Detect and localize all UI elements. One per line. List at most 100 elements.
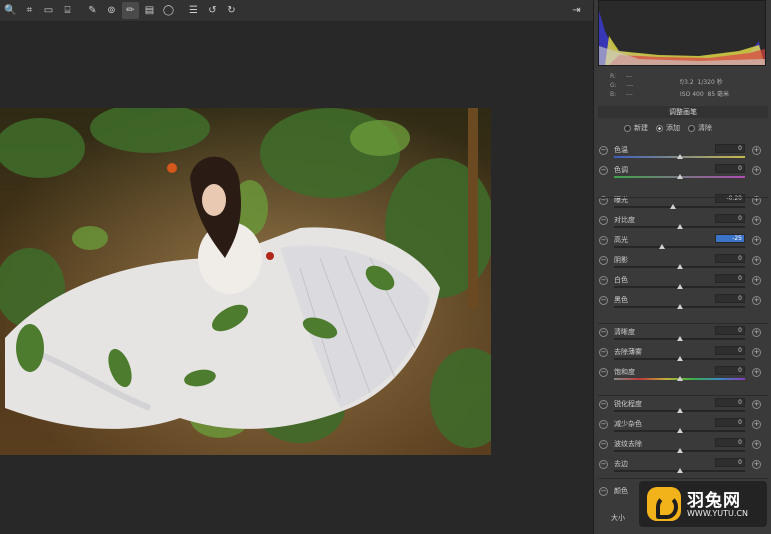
increase-icon[interactable]: + (752, 460, 761, 469)
slider-value-field[interactable]: 0 (715, 438, 745, 447)
graduated-filter-icon[interactable]: ▤ (141, 2, 158, 19)
mode-radio-1[interactable]: 添加 (656, 123, 680, 133)
decrease-icon[interactable]: − (599, 256, 608, 265)
decrease-icon[interactable]: − (599, 348, 608, 357)
decrease-icon[interactable]: − (599, 166, 608, 175)
slider-row: − 去边 0 + (594, 457, 770, 477)
rotate-cw-icon[interactable]: ↻ (223, 2, 240, 19)
panel-title: 调整画笔 (598, 106, 768, 118)
slider-thumb[interactable] (659, 244, 666, 249)
slider-value-field[interactable]: -0.20 (715, 194, 745, 203)
slider-thumb[interactable] (676, 154, 683, 159)
rotate-ccw-icon[interactable]: ↺ (204, 2, 221, 19)
decrease-icon[interactable]: − (599, 236, 608, 245)
slider-thumb[interactable] (676, 448, 683, 453)
slider-thumb[interactable] (676, 284, 683, 289)
slider-thumb[interactable] (676, 304, 683, 309)
mode-label: 新建 (634, 124, 648, 132)
increase-icon[interactable]: + (752, 296, 761, 305)
adjustment-brush-icon[interactable]: ✏ (122, 2, 139, 19)
color-minus-icon[interactable]: − (599, 487, 608, 496)
slider-thumb[interactable] (676, 264, 683, 269)
slider-value-field[interactable]: 0 (715, 366, 745, 375)
zoom-icon[interactable]: 🔍 (2, 2, 19, 19)
iso: ISO 400 (680, 91, 704, 98)
export-icon[interactable]: ⇥ (568, 2, 585, 19)
increase-icon[interactable]: + (752, 276, 761, 285)
slider-value-field[interactable]: 0 (715, 458, 745, 467)
slider-value-field[interactable]: 0 (715, 164, 745, 173)
slider-thumb[interactable] (676, 356, 683, 361)
slider-value-field[interactable]: 0 (715, 274, 745, 283)
decrease-icon[interactable]: − (599, 440, 608, 449)
decrease-icon[interactable]: − (599, 296, 608, 305)
g-label: G: (610, 82, 617, 89)
watermark-url: WWW.YUTU.CN (687, 509, 748, 518)
increase-icon[interactable]: + (752, 440, 761, 449)
slider-label: 清晰度 (614, 328, 635, 336)
decrease-icon[interactable]: − (599, 420, 608, 429)
decrease-icon[interactable]: − (599, 328, 608, 337)
increase-icon[interactable]: + (752, 348, 761, 357)
shutter: 1/320 秒 (697, 79, 723, 86)
increase-icon[interactable]: + (752, 216, 761, 225)
decrease-icon[interactable]: − (599, 146, 608, 155)
slider-row: − 曝光 -0.20 + (594, 193, 770, 213)
slider-thumb[interactable] (676, 336, 683, 341)
slider-thumb[interactable] (676, 174, 683, 179)
slider-thumb[interactable] (676, 376, 683, 381)
slider-row: − 清晰度 0 + (594, 325, 770, 345)
increase-icon[interactable]: + (752, 368, 761, 377)
slider-value-field[interactable]: 0 (715, 346, 745, 355)
slider-label: 阴影 (614, 256, 628, 264)
radial-filter-icon[interactable]: ◯ (160, 2, 177, 19)
red-eye-icon[interactable]: ⊚ (103, 2, 120, 19)
slider-thumb[interactable] (676, 224, 683, 229)
slider-label: 去除薄雾 (614, 348, 642, 356)
focal-length: 85 毫米 (707, 91, 730, 98)
radio-dot-icon (688, 124, 695, 132)
increase-icon[interactable]: + (752, 146, 761, 155)
decrease-icon[interactable]: − (599, 368, 608, 377)
radio-dot-icon (624, 124, 631, 132)
slider-value-field[interactable]: 0 (715, 254, 745, 263)
photo-preview[interactable] (0, 108, 491, 455)
transform-icon[interactable]: ⌸ (59, 2, 76, 19)
r-label: R: (610, 73, 617, 80)
decrease-icon[interactable]: − (599, 460, 608, 469)
slider-row: − 减少杂色 0 + (594, 417, 770, 437)
increase-icon[interactable]: + (752, 256, 761, 265)
list-icon[interactable]: ☰ (185, 2, 202, 19)
slider-value-field[interactable]: 0 (715, 294, 745, 303)
slider-thumb[interactable] (676, 408, 683, 413)
mode-radio-0[interactable]: 新建 (624, 123, 648, 133)
straighten-icon[interactable]: ▭ (40, 2, 57, 19)
slider-value-field[interactable]: -25 (715, 234, 745, 243)
increase-icon[interactable]: + (752, 328, 761, 337)
brush-mode-group: 新建 添加 清除 (624, 122, 764, 134)
photo-image (0, 108, 491, 455)
increase-icon[interactable]: + (752, 236, 761, 245)
crop-icon[interactable]: ⌗ (21, 2, 38, 19)
slider-thumb[interactable] (676, 468, 683, 473)
slider-track[interactable] (614, 206, 745, 208)
slider-value-field[interactable]: 0 (715, 398, 745, 407)
decrease-icon[interactable]: − (599, 276, 608, 285)
increase-icon[interactable]: + (752, 166, 761, 175)
slider-thumb[interactable] (676, 428, 683, 433)
decrease-icon[interactable]: − (599, 216, 608, 225)
color-label: 颜色 (614, 487, 628, 495)
decrease-icon[interactable]: − (599, 400, 608, 409)
slider-value-field[interactable]: 0 (715, 214, 745, 223)
slider-row: − 锐化程度 0 + (594, 397, 770, 417)
increase-icon[interactable]: + (752, 420, 761, 429)
slider-value-field[interactable]: 0 (715, 418, 745, 427)
slider-thumb[interactable] (669, 204, 676, 209)
slider-track[interactable] (614, 246, 745, 248)
aperture: f/3.2 (680, 79, 694, 86)
spot-removal-icon[interactable]: ✎ (84, 2, 101, 19)
mode-radio-2[interactable]: 清除 (688, 123, 712, 133)
slider-value-field[interactable]: 0 (715, 326, 745, 335)
slider-value-field[interactable]: 0 (715, 144, 745, 153)
increase-icon[interactable]: + (752, 400, 761, 409)
